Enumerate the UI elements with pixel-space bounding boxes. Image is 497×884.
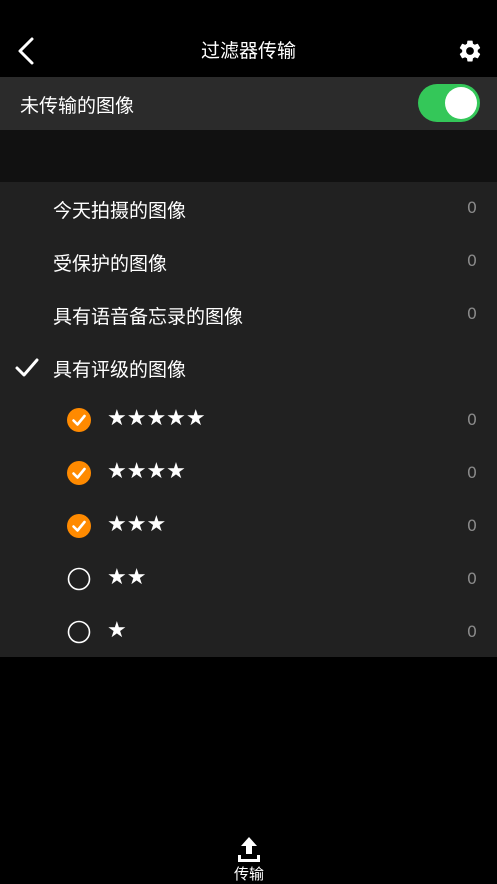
checkmark-icon xyxy=(15,358,39,377)
filter-count: 0 xyxy=(466,304,477,323)
star-rating: ★★★ xyxy=(107,512,167,537)
untransferred-images-label: 未传输的图像 xyxy=(20,95,135,117)
transfer-button[interactable]: 传输 xyxy=(226,833,272,883)
rating-count: 0 xyxy=(466,622,477,641)
filter-label: 具有评级的图像 xyxy=(53,359,187,381)
rating-1-star[interactable]: ★ 0 xyxy=(0,606,497,658)
rating-4-stars[interactable]: ★★★★ 0 xyxy=(0,447,497,499)
star-rating: ★★ xyxy=(107,565,147,590)
filter-list: 今天拍摄的图像 0 受保护的图像 0 具有语音备忘录的图像 0 具有评级的图像 … xyxy=(0,182,497,657)
rating-count: 0 xyxy=(466,569,477,588)
page-title: 过滤器传输 xyxy=(200,40,296,62)
filter-protected[interactable]: 受保护的图像 0 xyxy=(0,235,497,287)
star-rating: ★★★★ xyxy=(107,459,186,484)
transfer-label: 传输 xyxy=(233,865,264,883)
rating-count: 0 xyxy=(466,463,477,482)
checked-circle-icon xyxy=(67,408,91,432)
filter-label: 今天拍摄的图像 xyxy=(53,200,187,222)
filter-count: 0 xyxy=(466,251,477,270)
filter-rated[interactable]: 具有评级的图像 xyxy=(0,341,497,393)
star-rating: ★ xyxy=(107,618,127,643)
rating-5-stars[interactable]: ★★★★★ 0 xyxy=(0,394,497,446)
filter-today[interactable]: 今天拍摄的图像 0 xyxy=(0,182,497,234)
checked-circle-icon xyxy=(67,461,91,485)
star-rating: ★★★★★ xyxy=(107,406,206,431)
top-bar: 过滤器传输 xyxy=(0,0,497,77)
upload-icon xyxy=(238,837,260,862)
filter-label: 受保护的图像 xyxy=(53,253,168,275)
rating-count: 0 xyxy=(466,410,477,429)
empty-circle-icon xyxy=(67,567,91,591)
filter-count: 0 xyxy=(466,198,477,217)
untransferred-images-toggle[interactable] xyxy=(418,84,480,122)
filter-voice-memo[interactable]: 具有语音备忘录的图像 0 xyxy=(0,288,497,340)
toggle-knob xyxy=(445,87,477,119)
rating-2-stars[interactable]: ★★ 0 xyxy=(0,553,497,605)
rating-count: 0 xyxy=(466,516,477,535)
rating-3-stars[interactable]: ★★★ 0 xyxy=(0,500,497,552)
filter-label: 具有语音备忘录的图像 xyxy=(53,306,244,328)
section-spacer xyxy=(0,130,497,182)
empty-circle-icon xyxy=(67,620,91,644)
checked-circle-icon xyxy=(67,514,91,538)
gear-icon[interactable] xyxy=(457,38,483,64)
